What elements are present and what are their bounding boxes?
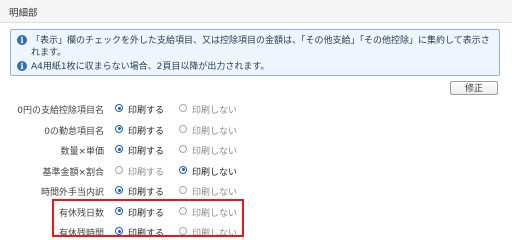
row-label: 0円の支給控除項目名 <box>17 106 104 116</box>
radio-label: 印刷しない <box>192 106 238 116</box>
row-label: 数量×単価 <box>60 147 104 157</box>
setting-row: 基準金額×割合 印刷する 印刷しない <box>0 164 300 178</box>
section-title: 明細部 <box>9 8 38 19</box>
radio-checked-icon[interactable] <box>115 104 123 112</box>
setting-row: 時間外手当内訳 印刷する 印刷しない <box>0 184 300 198</box>
radio-unchecked-icon[interactable] <box>115 165 123 174</box>
radio-label: 印刷する <box>128 126 165 137</box>
radio-label: 印刷しない <box>192 167 238 178</box>
info-icon: i <box>17 34 27 45</box>
info-message-2: i A4用紙1枚に収まらない場合、2頁目以降が出力されます。 <box>17 59 269 72</box>
setting-row: 0円の支給控除項目名 印刷する 印刷しない <box>0 102 300 116</box>
section-header: 明細部 <box>0 0 512 23</box>
info-icon: i <box>17 60 27 71</box>
info-text-2: れます。 <box>31 48 67 58</box>
row-label: 時間外手当内訳 <box>40 188 104 198</box>
radio-unchecked-icon[interactable] <box>179 104 187 112</box>
row-label: 0の勤怠項目名 <box>44 126 104 137</box>
row-label: 基準金額×割合 <box>42 167 104 178</box>
info-message-1-cont: れます。 <box>31 45 66 58</box>
radio-unchecked-icon[interactable] <box>179 186 187 194</box>
radio-checked-icon[interactable] <box>115 124 123 133</box>
radio-label: 印刷する <box>128 188 165 198</box>
radio-checked-icon[interactable] <box>115 145 123 153</box>
setting-row: 数量×単価 印刷する 印刷しない <box>0 143 300 157</box>
info-message-1: i 「表示」欄のチェックを外した支給項目、又は控除項目の金額は、「その他支給」「そ… <box>17 33 490 46</box>
radio-label: 印刷する <box>128 147 165 157</box>
edit-button[interactable]: 修正 <box>450 81 498 95</box>
radio-label: 印刷しない <box>192 126 238 137</box>
radio-unchecked-icon[interactable] <box>179 124 187 133</box>
radio-label: 印刷しない <box>192 188 238 198</box>
info-text-1: 「表示」欄のチェックを外した支給項目、又は控除項目の金額は、「その他支給」「その… <box>31 36 490 46</box>
radio-unchecked-icon[interactable] <box>179 145 187 153</box>
radio-label: 印刷する <box>128 167 165 178</box>
radio-label: 印刷しない <box>192 147 238 157</box>
info-text-3: A4用紙1枚に収まらない場合、2頁目以降が出力されます。 <box>31 62 270 72</box>
radio-checked-icon[interactable] <box>179 165 187 174</box>
radio-checked-icon[interactable] <box>115 186 123 194</box>
highlight-box <box>52 199 244 237</box>
radio-label: 印刷する <box>128 106 165 116</box>
setting-row: 0の勤怠項目名 印刷する 印刷しない <box>0 123 300 137</box>
info-box: i 「表示」欄のチェックを外した支給項目、又は控除項目の金額は、「その他支給」「そ… <box>10 29 500 76</box>
